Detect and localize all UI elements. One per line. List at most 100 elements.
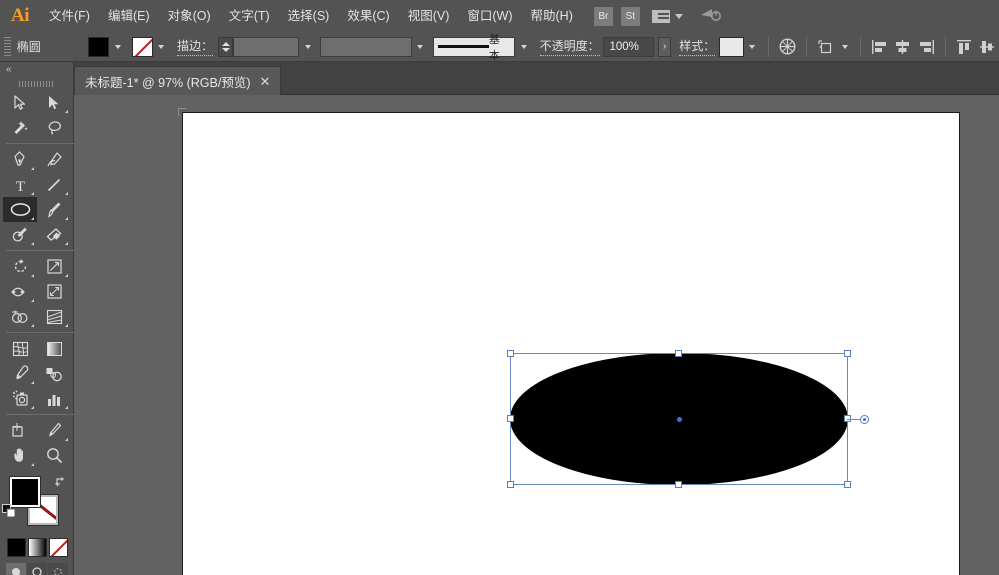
- creative-cloud-icon[interactable]: [699, 6, 721, 27]
- close-icon[interactable]: ✕: [260, 75, 271, 88]
- stroke-profile-preview-icon: [438, 45, 489, 48]
- rotate-tool[interactable]: [3, 254, 37, 279]
- stroke-profile-select[interactable]: 基本: [433, 37, 515, 57]
- artboard[interactable]: [182, 112, 960, 575]
- graphic-style-dropdown-button[interactable]: [744, 37, 760, 57]
- magic-wand-tool[interactable]: [3, 115, 37, 140]
- color-mode-button[interactable]: [7, 538, 26, 557]
- draw-behind-button[interactable]: [27, 563, 47, 575]
- gradient-mode-button[interactable]: [28, 538, 47, 557]
- handle-top-center[interactable]: [675, 350, 682, 357]
- stroke-profile-dropdown-button[interactable]: [515, 37, 531, 57]
- fill-swatch[interactable]: [88, 37, 109, 57]
- shape-builder-tool[interactable]: [3, 304, 37, 329]
- tool-flyout-indicator: [65, 406, 68, 409]
- tool-flyout-indicator: [65, 242, 68, 245]
- document-tab-title: 未标题-1* @ 97% (RGB/预览): [85, 72, 251, 91]
- align-horizontal-center-icon[interactable]: [891, 36, 914, 58]
- handle-bottom-right[interactable]: [844, 481, 851, 488]
- fill-stroke-controls: [0, 472, 74, 536]
- pen-tool[interactable]: [3, 147, 37, 172]
- eyedropper-tool[interactable]: [3, 361, 37, 386]
- control-bar-grip[interactable]: [4, 37, 11, 57]
- handle-bottom-left[interactable]: [507, 481, 514, 488]
- menu-type[interactable]: 文字(T): [220, 0, 279, 32]
- fill-dropdown-button[interactable]: [109, 37, 125, 57]
- menu-help[interactable]: 帮助(H): [522, 0, 582, 32]
- document-tab[interactable]: 未标题-1* @ 97% (RGB/预览) ✕: [74, 66, 281, 95]
- ellipse-tool[interactable]: [3, 197, 37, 222]
- stock-button[interactable]: St: [621, 7, 640, 26]
- chevron-down-icon: [749, 45, 755, 49]
- menu-edit[interactable]: 编辑(E): [99, 0, 159, 32]
- curvature-tool[interactable]: [37, 147, 71, 172]
- zoom-tool[interactable]: [37, 443, 71, 468]
- graphic-style-swatch[interactable]: [719, 37, 744, 57]
- line-segment-tool[interactable]: [37, 172, 71, 197]
- swap-fill-stroke-icon[interactable]: [55, 474, 68, 492]
- handle-top-right[interactable]: [844, 350, 851, 357]
- tools-panel-grip[interactable]: [0, 77, 73, 90]
- stroke-dropdown-button[interactable]: [153, 37, 169, 57]
- tool-flyout-indicator: [31, 299, 34, 302]
- align-left-icon[interactable]: [868, 36, 891, 58]
- toolbar-fill-swatch[interactable]: [10, 477, 40, 507]
- menu-effect[interactable]: 效果(C): [338, 0, 398, 32]
- mesh-tool[interactable]: [3, 336, 37, 361]
- tool-flyout-indicator: [31, 242, 34, 245]
- stroke-swatch[interactable]: [132, 37, 153, 57]
- stroke-weight-dropdown-button[interactable]: [299, 37, 315, 57]
- handle-bottom-center[interactable]: [675, 481, 682, 488]
- shape-options-dropdown-button[interactable]: [837, 37, 853, 57]
- opacity-flyout-button[interactable]: ›: [658, 37, 672, 57]
- handle-top-left[interactable]: [507, 350, 514, 357]
- draw-inside-button[interactable]: [48, 563, 68, 575]
- selection-tool[interactable]: [3, 90, 37, 115]
- stroke-weight-stepper[interactable]: [218, 37, 234, 57]
- free-transform-tool[interactable]: [37, 279, 71, 304]
- tool-flyout-indicator: [65, 192, 68, 195]
- shape-options-icon[interactable]: [814, 36, 837, 58]
- shaper-tool[interactable]: [3, 222, 37, 247]
- live-shape-width-widget[interactable]: [860, 415, 869, 424]
- none-mode-button[interactable]: [49, 538, 68, 557]
- brush-definition-dropdown-button[interactable]: [412, 37, 428, 57]
- hand-tool[interactable]: [3, 443, 37, 468]
- menu-view[interactable]: 视图(V): [399, 0, 459, 32]
- menu-file[interactable]: 文件(F): [40, 0, 99, 32]
- svg-text:T: T: [15, 179, 24, 193]
- draw-normal-button[interactable]: [6, 563, 26, 575]
- symbol-sprayer-tool[interactable]: [3, 386, 37, 411]
- chevron-down-icon: [521, 45, 527, 49]
- type-tool[interactable]: T: [3, 172, 37, 197]
- scale-tool[interactable]: [37, 254, 71, 279]
- width-tool[interactable]: [3, 279, 37, 304]
- default-fill-stroke-icon[interactable]: [2, 504, 16, 523]
- eraser-tool[interactable]: [37, 222, 71, 247]
- bridge-button[interactable]: Br: [594, 7, 613, 26]
- handle-middle-left[interactable]: [507, 415, 514, 422]
- lasso-tool[interactable]: [37, 115, 71, 140]
- align-top-icon[interactable]: [953, 36, 976, 58]
- recolor-artwork-icon[interactable]: [776, 36, 799, 58]
- artboard-tool[interactable]: [3, 418, 37, 443]
- column-graph-tool[interactable]: [37, 386, 71, 411]
- workspace-switcher[interactable]: [648, 10, 687, 23]
- stroke-weight-input[interactable]: [233, 37, 299, 57]
- gradient-tool[interactable]: [37, 336, 71, 361]
- tools-panel-collapse-button[interactable]: «: [0, 62, 73, 77]
- opacity-input[interactable]: 100%: [603, 37, 654, 57]
- tool-flyout-indicator: [65, 110, 68, 113]
- paintbrush-tool[interactable]: [37, 197, 71, 222]
- brush-definition-input[interactable]: [320, 37, 412, 57]
- align-right-icon[interactable]: [915, 36, 938, 58]
- menu-window[interactable]: 窗口(W): [458, 0, 521, 32]
- direct-selection-tool[interactable]: [37, 90, 71, 115]
- canvas-area[interactable]: [74, 95, 999, 575]
- perspective-grid-tool[interactable]: [37, 304, 71, 329]
- slice-tool[interactable]: [37, 418, 71, 443]
- menu-object[interactable]: 对象(O): [159, 0, 220, 32]
- menu-select[interactable]: 选择(S): [279, 0, 339, 32]
- blend-tool[interactable]: [37, 361, 71, 386]
- align-vertical-center-icon[interactable]: [976, 36, 999, 58]
